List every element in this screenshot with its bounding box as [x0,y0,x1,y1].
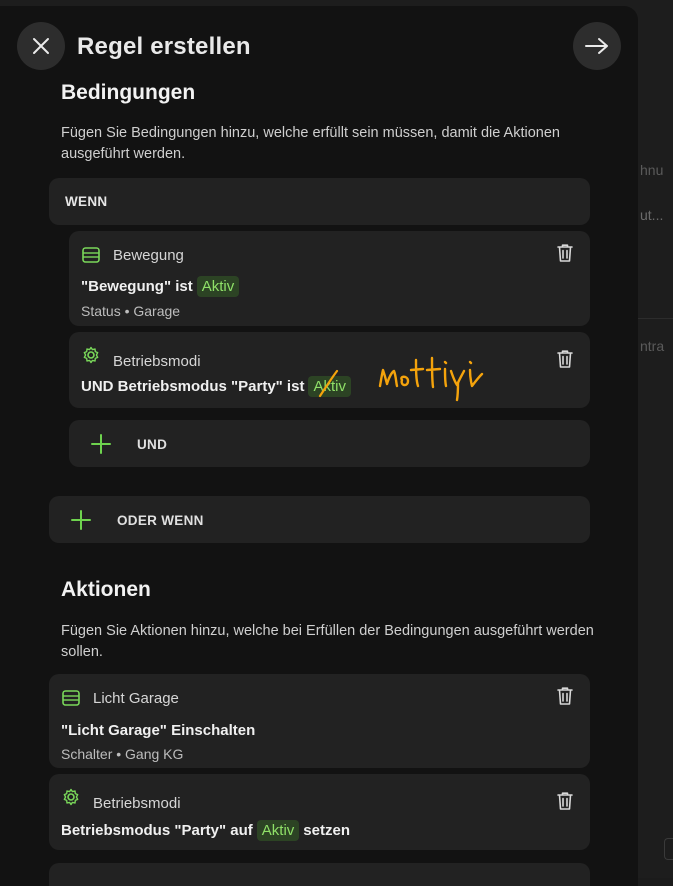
condition-card[interactable]: Bewegung "Bewegung" ist Aktiv Status • G… [69,231,590,326]
background-text: ntra [640,338,665,354]
actions-description: Fügen Sie Aktionen hinzu, welche bei Erf… [61,623,594,660]
conditions-description: Fügen Sie Bedingungen hinzu, welche erfü… [61,125,560,162]
action-text: Betriebsmodus "Party" auf [61,822,253,839]
action-statement: Betriebsmodus "Party" auf Aktiv setzen [61,820,350,841]
background-text: hnu [640,162,664,178]
plus-icon [91,434,111,454]
action-text: "Licht Garage" Einschalten [61,722,256,739]
condition-statement: "Bewegung" ist Aktiv [81,276,243,297]
action-card[interactable]: Licht Garage "Licht Garage" Einschalten … [49,674,590,768]
action-title: Licht Garage [93,690,179,707]
condition-title: Bewegung [113,247,184,264]
action-card[interactable]: Betriebsmodi Betriebsmodus "Party" auf A… [49,774,590,850]
handwritten-annotation [378,356,484,402]
conditions-heading: Bedingungen [61,81,196,104]
background-divider [638,318,673,319]
action-statement: "Licht Garage" Einschalten [61,722,255,739]
background-element [664,838,673,860]
strike-mark [318,369,339,398]
condition-text: "Bewegung" ist [81,278,193,295]
rule-dialog: Regel erstellen Bedingungen Fügen Sie Be… [0,6,638,886]
close-icon [33,38,49,54]
condition-statement: UND Betriebsmodus "Party" ist Aktiv [81,376,355,397]
wenn-group-header: WENN [49,178,590,225]
page-title: Regel erstellen [77,33,251,60]
status-badge: Aktiv [196,276,240,297]
wenn-label: WENN [65,194,108,209]
or-label: ODER WENN [117,513,204,528]
arrow-right-icon [585,38,608,54]
trash-icon[interactable] [554,242,576,264]
action-subtitle: Schalter • Gang KG [61,746,184,762]
trash-icon[interactable] [554,790,576,812]
actions-heading: Aktionen [61,578,151,601]
next-button[interactable] [573,22,621,70]
gear-cycle-icon [83,346,99,364]
background-text: ut... [640,207,664,223]
action-card[interactable] [49,863,590,886]
action-title: Betriebsmodi [93,795,181,812]
condition-subtitle: Status • Garage [81,303,181,319]
trash-icon[interactable] [554,348,576,370]
action-text-suffix: setzen [303,822,350,839]
device-icon [62,690,80,706]
status-badge: Aktiv [256,820,300,841]
trash-icon[interactable] [554,685,576,707]
motion-sensor-icon [82,247,100,263]
condition-text: UND Betriebsmodus "Party" ist [81,378,305,395]
plus-icon [71,510,91,530]
add-or-group-button[interactable]: ODER WENN [49,496,590,543]
gear-cycle-icon [63,788,79,806]
add-and-condition-button[interactable]: UND [69,420,590,467]
close-button[interactable] [17,22,65,70]
and-label: UND [137,437,168,452]
condition-title: Betriebsmodi [113,353,201,370]
